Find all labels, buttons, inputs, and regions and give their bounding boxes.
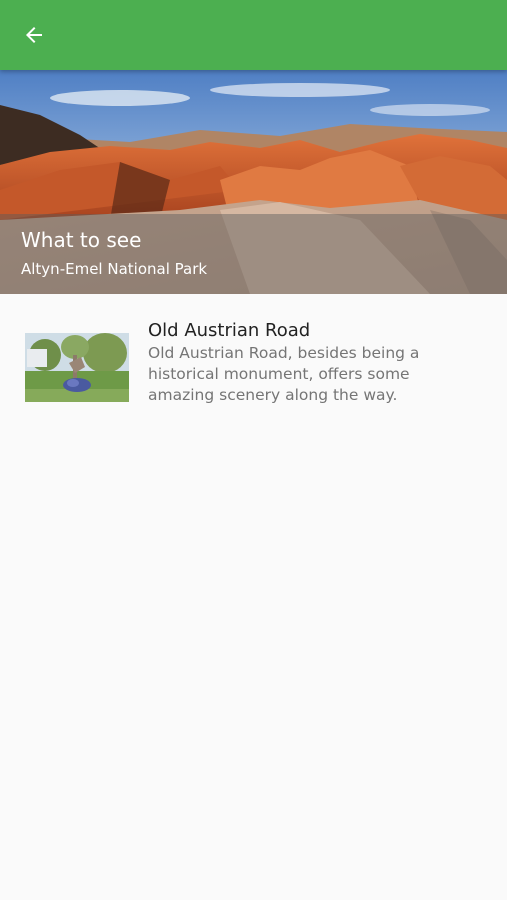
item-thumbnail xyxy=(25,333,129,402)
back-button[interactable] xyxy=(14,15,54,55)
page-title: What to see xyxy=(21,228,142,252)
item-title: Old Austrian Road xyxy=(148,320,311,341)
hero-caption-overlay xyxy=(0,214,507,294)
item-description: Old Austrian Road, besides being a histo… xyxy=(148,344,420,404)
app-bar xyxy=(0,0,507,70)
hero-banner: What to see Altyn-Emel National Park xyxy=(0,70,507,294)
page-subtitle: Altyn-Emel National Park xyxy=(21,260,208,278)
arrow-back-icon xyxy=(26,27,42,43)
list-item[interactable]: Old Austrian Road Old Austrian Road, bes… xyxy=(0,318,507,406)
